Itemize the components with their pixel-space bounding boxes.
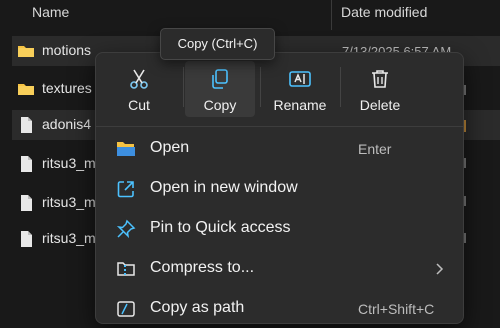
copy-button[interactable]: Copy [185,61,255,117]
menu-item-label: Pin to Quick access [150,219,291,236]
menu-divider [96,126,463,127]
scissors-icon [130,69,148,89]
menu-item-label: Open [150,139,190,156]
file-name: ritsu3_m [42,230,96,246]
folder-icon [18,46,34,57]
rename-label: Rename [273,97,327,113]
menu-item-compress-to[interactable]: Compress to... [100,250,459,288]
file-name: textures [42,80,92,96]
rename-icon [289,71,311,87]
tooltip-text: Copy (Ctrl+C) [177,36,258,51]
file-name: motions [42,42,92,58]
rename-button[interactable]: Rename [265,61,335,117]
quick-action-divider [260,67,261,107]
menu-item-copy-as-path[interactable]: Copy as path Ctrl+Shift+C [100,290,459,328]
file-icon [21,195,32,211]
context-menu: Cut Copy Rename Delete Open Enter Open i… [95,52,464,324]
menu-item-label: Open in new window [150,179,298,196]
menu-item-label: Compress to... [150,259,255,276]
chevron-right-icon [436,263,444,275]
file-name: ritsu3_m [42,155,96,171]
column-header: Name Date modified [0,0,500,30]
copy-tooltip: Copy (Ctrl+C) [160,28,275,60]
zip-icon [117,262,135,276]
name-column-header[interactable]: Name [32,4,69,20]
quick-action-divider [340,67,341,107]
menu-item-shortcut: Ctrl+Shift+C [358,301,435,317]
file-name: ritsu3_m [42,194,96,210]
menu-item-open[interactable]: Open Enter [100,130,459,168]
file-name: adonis4 [42,116,92,132]
menu-item-label: Copy as path [150,299,245,316]
open-folder-icon [117,142,135,156]
menu-item-open-in-new-window[interactable]: Open in new window [100,170,459,208]
path-icon [117,301,135,317]
file-icon [21,156,32,172]
menu-item-pin-to-quick-access[interactable]: Pin to Quick access [100,210,459,248]
delete-button[interactable]: Delete [345,61,415,117]
copy-label: Copy [203,97,237,113]
quick-action-divider [183,67,184,107]
menu-item-shortcut: Enter [358,141,392,157]
column-divider[interactable] [331,0,332,30]
cut-button[interactable]: Cut [104,61,174,117]
pin-icon [116,219,136,239]
copy-icon [212,69,228,89]
trash-icon [372,70,388,88]
cut-label: Cut [128,97,150,113]
file-icon [21,231,32,247]
open-window-icon [117,181,134,198]
folder-icon [18,84,34,95]
file-icon [21,117,32,133]
date-modified-column-header[interactable]: Date modified [341,4,427,20]
delete-label: Delete [359,97,401,113]
